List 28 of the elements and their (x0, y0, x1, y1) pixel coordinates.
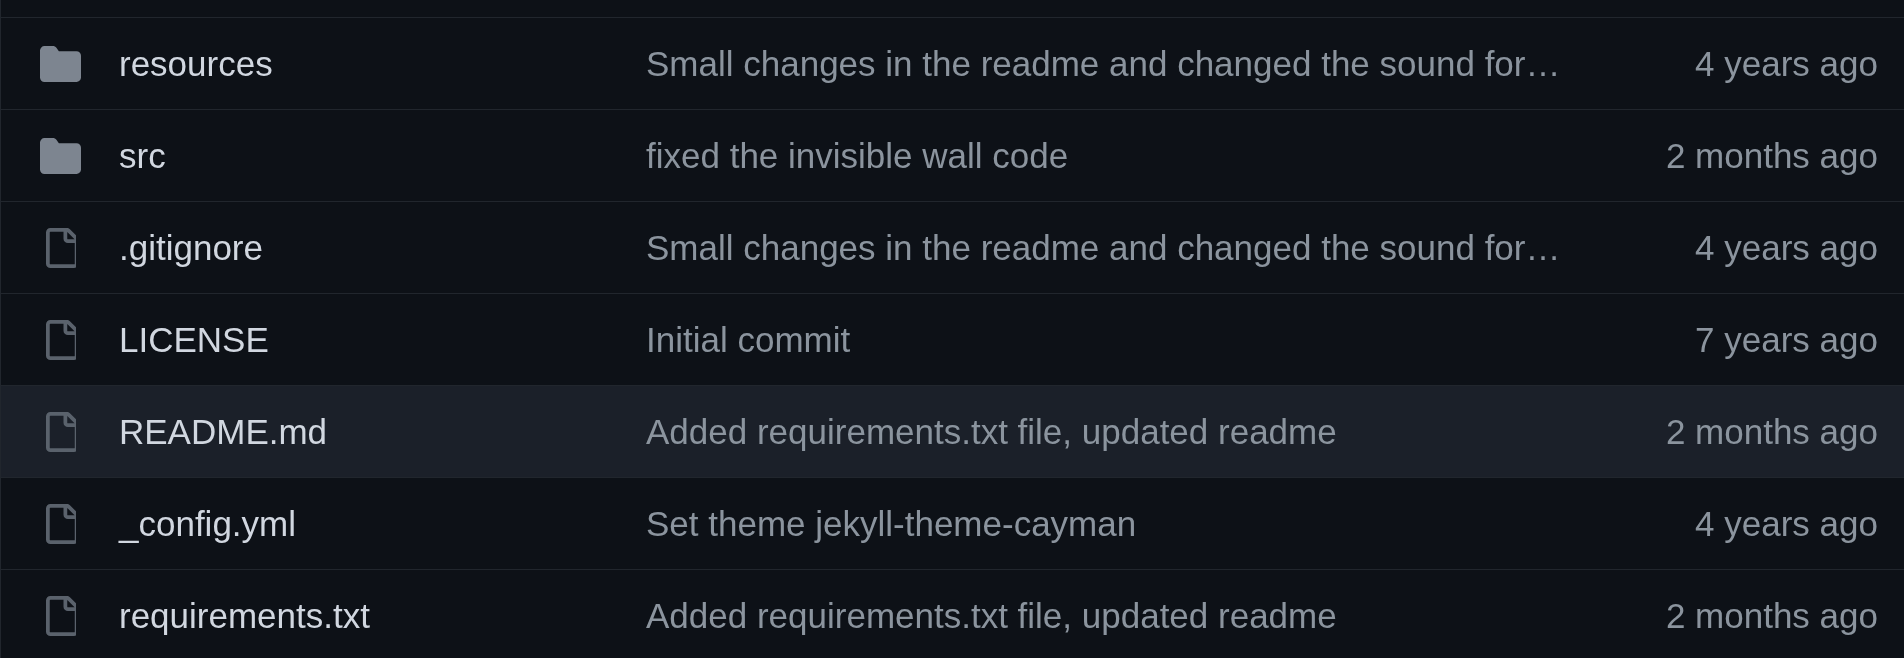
folder-icon (40, 45, 81, 82)
commit-message-link[interactable]: fixed the invisible wall code (646, 134, 1069, 177)
commit-message-link[interactable]: Added requirements.txt file, updated readme (646, 410, 1337, 453)
file-name-link[interactable]: requirements.txt (119, 594, 370, 637)
folder-name-link[interactable]: resources (119, 42, 273, 85)
folder-name-link[interactable]: src (119, 134, 166, 177)
commit-age-text: 2 months ago (1665, 134, 1878, 177)
commit-message-link[interactable]: Set theme jekyll-theme-cayman (646, 502, 1137, 545)
commit-age-text: 2 months ago (1665, 410, 1878, 453)
commit-message-link[interactable]: Initial commit (646, 318, 851, 361)
file-name-link[interactable]: README.md (119, 410, 328, 453)
commit-message-link[interactable]: Added requirements.txt file, updated readme (646, 594, 1337, 637)
file-name-link[interactable]: _config.yml (119, 502, 297, 545)
commit-message-link[interactable]: Small changes in the readme and changed the sound for… (646, 226, 1561, 269)
commit-age-text: 7 years ago (1695, 318, 1878, 361)
file-icon (45, 319, 76, 360)
file-name-link[interactable]: LICENSE (119, 318, 269, 361)
commit-age-text: 4 years ago (1695, 226, 1878, 269)
commit-age-text: 2 months ago (1665, 594, 1878, 637)
commit-age-text: 4 years ago (1695, 502, 1878, 545)
file-icon (45, 411, 76, 452)
file-name-link[interactable]: .gitignore (119, 226, 263, 269)
file-icon (45, 227, 76, 268)
commit-age-text: 4 years ago (1695, 42, 1878, 85)
file-icon (45, 503, 76, 544)
file-icon (45, 595, 76, 636)
commit-message-link[interactable]: Small changes in the readme and changed the sound for… (646, 42, 1561, 85)
folder-icon (40, 137, 81, 174)
